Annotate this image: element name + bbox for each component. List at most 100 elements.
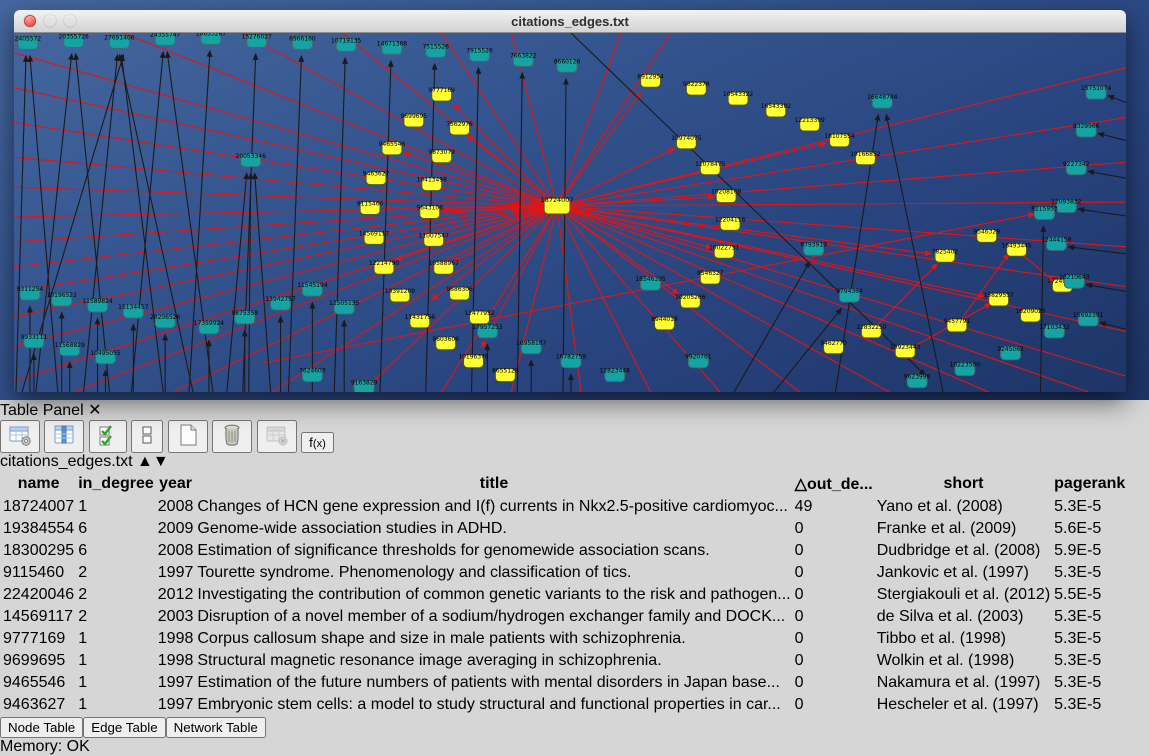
cell-title[interactable]: Genome-wide association studies in ADHD. — [196, 519, 791, 539]
network-node[interactable]: 7562976 — [446, 121, 473, 135]
cell-year[interactable]: 2008 — [157, 497, 195, 517]
cell-short[interactable]: Nakamura et al. (1997) — [876, 673, 1051, 693]
table-row[interactable]: 2242004622012Investigating the contribut… — [2, 585, 1126, 605]
network-node[interactable]: 12477932 — [464, 310, 495, 324]
cell-out_degree[interactable]: 0 — [794, 695, 874, 715]
network-node[interactable]: 9227342 — [1063, 161, 1090, 175]
network-node[interactable]: 9546327 — [697, 270, 724, 284]
network-node[interactable]: 10974075 — [671, 135, 702, 149]
table-row[interactable]: 946554611997Estimation of the future num… — [2, 673, 1126, 693]
cell-year[interactable]: 2003 — [157, 607, 195, 627]
network-node[interactable]: 18107554 — [824, 133, 855, 147]
column-header-short[interactable]: short — [876, 473, 1051, 495]
network-node[interactable]: 7663822 — [510, 52, 537, 66]
cell-short[interactable]: Wolkin et al. (1998) — [876, 651, 1051, 671]
cell-short[interactable]: Yano et al. (2008) — [876, 497, 1051, 517]
citation-edge-red[interactable] — [557, 162, 1126, 206]
create-table-icon[interactable] — [168, 420, 208, 453]
network-node[interactable]: 9886306 — [446, 286, 473, 300]
network-window[interactable]: citations_edges.txt 24055722035572627691… — [14, 10, 1126, 392]
network-node[interactable]: 24355747 — [150, 33, 181, 45]
network-node[interactable]: 16543382 — [761, 103, 792, 117]
citation-edge-red[interactable] — [557, 143, 826, 206]
cell-out_degree[interactable]: 49 — [794, 497, 874, 517]
network-node[interactable]: 15276027 — [242, 33, 273, 47]
tab-node-table[interactable]: Node Table — [0, 717, 83, 738]
citation-edge-red[interactable] — [454, 105, 557, 206]
citation-edge[interactable] — [255, 173, 271, 392]
cell-pagerank[interactable]: 5.3E-5 — [1053, 651, 1126, 671]
network-node[interactable]: 10923443 — [890, 344, 921, 358]
function-builder-icon[interactable]: f(x) — [301, 432, 334, 453]
network-node[interactable]: 2405572 — [15, 35, 42, 49]
table-row[interactable]: 1872400712008Changes of HCN gene express… — [2, 497, 1126, 517]
close-panel-icon[interactable]: ✕ — [88, 402, 101, 419]
cell-pagerank[interactable]: 5.3E-5 — [1053, 695, 1126, 715]
cell-pagerank[interactable]: 5.6E-5 — [1053, 519, 1126, 539]
network-node[interactable]: 9623998 — [904, 374, 931, 388]
network-node[interactable]: 17359924 — [194, 320, 225, 334]
network-node[interactable]: 9794364 — [836, 288, 863, 302]
network-node[interactable]: 16782759 — [556, 354, 587, 368]
cell-out_degree[interactable]: 0 — [794, 607, 874, 627]
citation-edge[interactable] — [1108, 96, 1126, 103]
table-selector-dropdown[interactable]: citations_edges.txt ▲▼ — [0, 453, 1149, 471]
citation-edge-red[interactable] — [442, 33, 557, 206]
network-node[interactable]: 9245062 — [997, 346, 1024, 360]
table-row[interactable]: 969969511998Structural magnetic resonanc… — [2, 651, 1126, 671]
network-node[interactable]: 9311254 — [17, 286, 44, 300]
citation-edge[interactable] — [119, 55, 193, 392]
network-node[interactable]: 9933111 — [21, 334, 48, 348]
network-node[interactable]: 9163829 — [351, 380, 378, 392]
cell-in_degree[interactable]: 2 — [77, 607, 155, 627]
column-header-year[interactable]: year — [157, 473, 195, 495]
column-header-title[interactable]: title — [196, 473, 791, 495]
cell-title[interactable]: Structural magnetic resonance image aver… — [196, 651, 791, 671]
network-node[interactable]: 9329966 — [1073, 123, 1100, 137]
network-node[interactable]: 7825402 — [932, 248, 959, 262]
network-node[interactable]: 9643106 — [416, 205, 443, 219]
network-node[interactable]: 20053346 — [236, 153, 267, 167]
cell-title[interactable]: Investigating the contribution of common… — [196, 585, 791, 605]
cell-name[interactable]: 9115460 — [2, 563, 75, 583]
cell-pagerank[interactable]: 5.3E-5 — [1053, 563, 1126, 583]
cell-year[interactable]: 1998 — [157, 651, 195, 671]
network-node[interactable]: 10196522 — [47, 292, 78, 306]
network-node[interactable]: 9462770 — [820, 340, 847, 354]
cell-pagerank[interactable]: 5.5E-5 — [1053, 585, 1126, 605]
network-node[interactable]: 10205266 — [675, 294, 706, 308]
cell-title[interactable]: Embryonic stem cells: a model to study s… — [196, 695, 791, 715]
network-node[interactable]: 6793919 — [800, 241, 827, 255]
network-node[interactable]: 14671368 — [377, 40, 408, 54]
cell-out_degree[interactable]: 0 — [794, 651, 874, 671]
cell-year[interactable]: 1997 — [157, 695, 195, 715]
network-node[interactable]: 8912954 — [637, 73, 664, 87]
network-node[interactable]: 12823448 — [600, 368, 631, 382]
network-node[interactable]: 20355726 — [59, 33, 90, 47]
cell-title[interactable]: Disruption of a novel member of a sodium… — [196, 607, 791, 627]
citation-edge-red[interactable] — [557, 118, 1126, 207]
cell-year[interactable]: 1997 — [157, 673, 195, 693]
network-node[interactable]: 19166852 — [850, 151, 881, 165]
network-node[interactable]: 9699695 — [401, 113, 428, 127]
network-node[interactable]: 11568829 — [55, 342, 86, 356]
cell-name[interactable]: 18300295 — [2, 541, 75, 561]
network-node[interactable]: 17103432 — [1039, 324, 1070, 338]
network-node[interactable]: 9873079 — [428, 149, 455, 163]
cell-pagerank[interactable]: 5.3E-5 — [1053, 673, 1126, 693]
cell-name[interactable]: 9463627 — [2, 695, 75, 715]
network-node[interactable]: 10208168 — [711, 189, 742, 203]
citation-edge[interactable] — [84, 55, 118, 392]
network-node[interactable]: 10223500 — [950, 362, 981, 376]
cell-pagerank[interactable]: 5.9E-5 — [1053, 541, 1126, 561]
cell-short[interactable]: Franke et al. (2009) — [876, 519, 1051, 539]
cell-title[interactable]: Tourette syndrome. Phenomenology and cla… — [196, 563, 791, 583]
network-node[interactable]: 7915526 — [466, 47, 493, 61]
cell-short[interactable]: Stergiakouli et al. (2012) — [876, 585, 1051, 605]
cell-pagerank[interactable]: 5.3E-5 — [1053, 607, 1126, 627]
cell-pagerank[interactable]: 5.3E-5 — [1053, 629, 1126, 649]
network-node[interactable]: 11431756 — [405, 314, 436, 328]
zoom-window-icon[interactable] — [64, 15, 76, 27]
network-node[interactable]: 16648784 — [867, 94, 898, 108]
cell-name[interactable]: 9699695 — [2, 651, 75, 671]
